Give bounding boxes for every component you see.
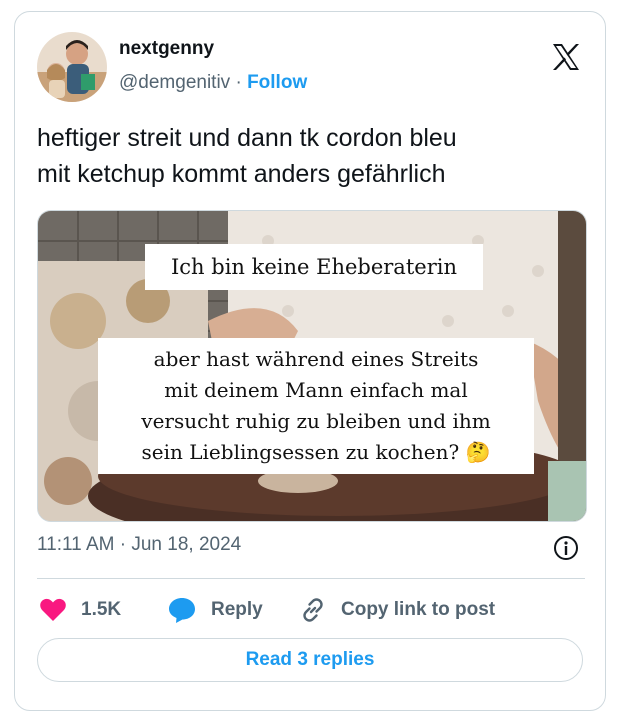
display-name[interactable]: nextgenny xyxy=(119,38,214,60)
reply-button[interactable]: Reply xyxy=(167,595,263,625)
media-caption-line: aber hast während eines Streits xyxy=(153,347,479,371)
separator: · xyxy=(235,72,242,93)
timestamp[interactable]: 11:11 AM · Jun 18, 2024 xyxy=(37,534,241,556)
x-logo-icon[interactable] xyxy=(551,42,581,72)
media-caption-line: sein Lieblingsessen zu kochen? 🤔 xyxy=(141,440,491,464)
copy-link-label: Copy link to post xyxy=(341,599,496,620)
divider xyxy=(37,578,585,579)
link-icon xyxy=(303,598,323,622)
tweet-media[interactable]: Ich bin keine Eheberaterin aber hast wäh… xyxy=(37,210,587,522)
reply-label: Reply xyxy=(211,599,263,620)
media-caption-main: aber hast während eines Streits mit dein… xyxy=(98,338,534,474)
like-count: 1.5K xyxy=(81,599,122,620)
media-caption-line: mit deinem Mann einfach mal xyxy=(164,378,468,402)
heart-icon xyxy=(40,598,66,621)
tweet-text-line: heftiger streit und dann tk cordon bleu xyxy=(37,124,457,152)
media-caption-line: versucht ruhig zu bleiben und ihm xyxy=(141,409,491,433)
copy-link-button[interactable]: Copy link to post xyxy=(299,595,495,625)
follow-button[interactable]: Follow xyxy=(247,72,307,93)
avatar[interactable] xyxy=(37,32,107,102)
tweet-card: nextgenny @demgenitiv · Follow heftiger … xyxy=(14,11,606,711)
handle-row: @demgenitiv · Follow xyxy=(119,72,307,94)
read-replies-button[interactable]: Read 3 replies xyxy=(37,638,583,682)
info-icon[interactable] xyxy=(553,535,579,561)
tweet-text-line: mit ketchup kommt anders gefährlich xyxy=(37,160,446,188)
media-caption-top: Ich bin keine Eheberaterin xyxy=(145,244,483,290)
speech-bubble-icon xyxy=(169,598,195,623)
like-button[interactable]: 1.5K xyxy=(39,595,121,625)
tweet-text: heftiger streit und dann tk cordon bleu … xyxy=(37,120,597,192)
handle[interactable]: @demgenitiv xyxy=(119,72,230,93)
